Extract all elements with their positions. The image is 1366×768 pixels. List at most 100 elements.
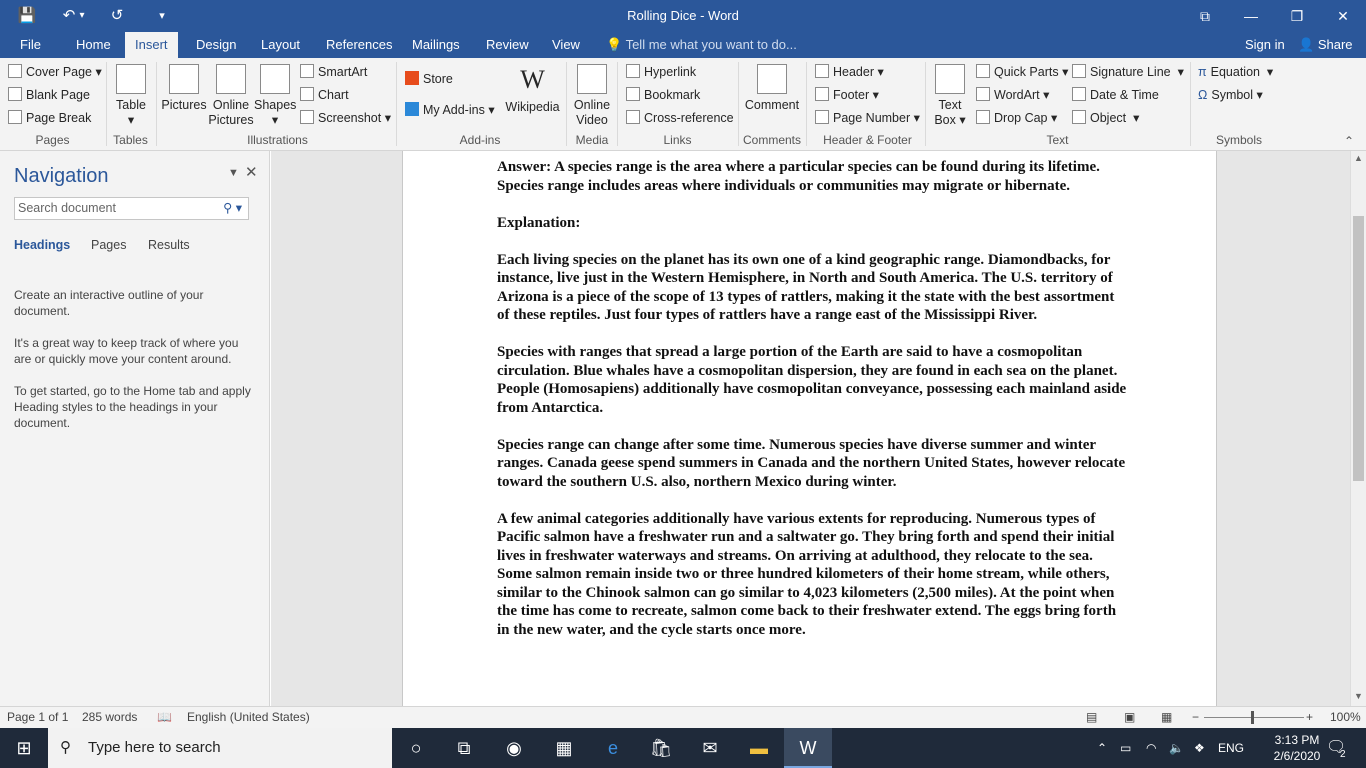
chrome-icon[interactable]: ◉	[490, 728, 538, 768]
restore-button[interactable]: ❐	[1274, 0, 1320, 32]
tell-me-box[interactable]: 💡 Tell me what you want to do...	[606, 32, 797, 58]
web-layout-icon[interactable]: ▦	[1161, 710, 1172, 724]
cover-page-button[interactable]: Cover Page ▾	[8, 62, 102, 82]
pane-options-icon[interactable]: ▼	[228, 167, 239, 179]
store-button[interactable]: Store	[405, 69, 453, 89]
language-status[interactable]: English (United States)	[187, 710, 310, 724]
shapes-button[interactable]: Shapes ▾	[254, 64, 296, 128]
document-page[interactable]: Answer: A species range is the area wher…	[402, 151, 1217, 706]
nav-tab-pages[interactable]: Pages	[91, 238, 126, 252]
object-button[interactable]: Object ▾	[1072, 108, 1139, 128]
tab-review[interactable]: Review	[476, 32, 539, 58]
footer-button[interactable]: Footer ▾	[815, 85, 879, 105]
zoom-in-icon[interactable]: +	[1306, 710, 1313, 724]
search-placeholder: Search document	[18, 201, 116, 215]
calculator-icon[interactable]: ▦	[540, 728, 588, 768]
symbol-button[interactable]: Ω Symbol ▾	[1198, 85, 1263, 105]
page-break-button[interactable]: Page Break	[8, 108, 91, 128]
group-label-links: Links	[663, 133, 692, 147]
chart-button[interactable]: Chart	[300, 85, 349, 105]
action-center-icon[interactable]: 🗨	[1326, 728, 1346, 768]
equation-button[interactable]: π Equation ▾	[1198, 62, 1273, 82]
smartart-button[interactable]: SmartArt	[300, 62, 367, 82]
show-hidden-icons-icon[interactable]: ⌃	[1097, 728, 1107, 768]
group-divider	[1190, 62, 1191, 146]
tab-insert[interactable]: Insert	[125, 32, 178, 58]
tab-home[interactable]: Home	[66, 32, 121, 58]
page-break-icon	[8, 110, 22, 124]
online-video-button[interactable]: Online Video	[570, 64, 614, 128]
zoom-slider[interactable]	[1204, 717, 1304, 718]
cross-reference-button[interactable]: Cross-reference	[626, 108, 734, 128]
tab-mailings[interactable]: Mailings	[402, 32, 470, 58]
search-icon[interactable]: ⚲ ▾	[223, 198, 242, 219]
wordart-button[interactable]: WordArt ▾	[976, 85, 1049, 105]
print-layout-icon[interactable]: ▣	[1124, 710, 1135, 724]
drop-cap-button[interactable]: Drop Cap ▾	[976, 108, 1057, 128]
search-document-input[interactable]: Search document ⚲ ▾	[14, 197, 249, 220]
sign-in-link[interactable]: Sign in	[1245, 32, 1285, 58]
tab-file[interactable]: File	[10, 32, 51, 58]
mail-icon[interactable]: ✉	[686, 728, 734, 768]
word-count[interactable]: 285 words	[82, 710, 137, 724]
scroll-up-icon[interactable]: ▲	[1354, 153, 1363, 163]
battery-icon[interactable]: ▭	[1120, 728, 1131, 768]
quick-parts-button[interactable]: Quick Parts ▾	[976, 62, 1068, 82]
screenshot-button[interactable]: Screenshot ▾	[300, 108, 391, 128]
clock[interactable]: 3:13 PM 2/6/2020	[1268, 732, 1326, 764]
symbol-label: Symbol	[1211, 88, 1254, 102]
zoom-out-icon[interactable]: −	[1192, 710, 1199, 724]
file-explorer-icon[interactable]: ▬	[735, 728, 783, 768]
page-count[interactable]: Page 1 of 1	[7, 710, 68, 724]
word-taskbar-icon[interactable]: W	[784, 728, 832, 768]
group-divider	[566, 62, 567, 146]
cortana-icon[interactable]: ○	[392, 728, 440, 768]
blank-page-button[interactable]: Blank Page	[8, 85, 90, 105]
volume-icon[interactable]: 🔈	[1169, 728, 1184, 768]
dropbox-icon[interactable]: ❖	[1194, 728, 1205, 768]
store-icon[interactable]: 🛍	[637, 728, 685, 768]
scroll-thumb[interactable]	[1353, 216, 1364, 481]
input-language[interactable]: ENG	[1218, 728, 1244, 768]
close-button[interactable]: ✕	[1320, 0, 1366, 32]
nav-tab-headings[interactable]: Headings	[14, 238, 70, 252]
minimize-button[interactable]: —	[1228, 0, 1274, 32]
group-divider	[156, 62, 157, 146]
header-button[interactable]: Header ▾	[815, 62, 884, 82]
share-button[interactable]: 👤 Share	[1298, 32, 1353, 58]
taskbar-search-box[interactable]: ⚲ Type here to search	[48, 728, 392, 768]
edge-icon[interactable]: e	[589, 728, 637, 768]
zoom-level[interactable]: 100%	[1330, 710, 1361, 724]
wifi-icon[interactable]: ◠	[1146, 728, 1156, 768]
scroll-down-icon[interactable]: ▼	[1354, 691, 1363, 701]
nav-tab-results[interactable]: Results	[148, 238, 190, 252]
tab-references[interactable]: References	[316, 32, 402, 58]
bookmark-button[interactable]: Bookmark	[626, 85, 700, 105]
zoom-slider-thumb[interactable]	[1251, 711, 1254, 724]
table-button[interactable]: Table ▾	[111, 64, 151, 128]
text-box-button[interactable]: Text Box ▾	[930, 64, 970, 128]
tab-layout[interactable]: Layout	[251, 32, 310, 58]
vertical-scrollbar[interactable]: ▲ ▼	[1350, 151, 1366, 706]
read-mode-icon[interactable]: ▤	[1086, 710, 1097, 724]
windows-start-icon[interactable]: ⊞	[0, 728, 48, 768]
close-pane-icon[interactable]: ✕	[245, 163, 258, 181]
signature-line-button[interactable]: Signature Line ▾	[1072, 62, 1184, 82]
comment-button[interactable]: Comment	[743, 64, 801, 113]
tab-view[interactable]: View	[542, 32, 590, 58]
wikipedia-button[interactable]: W Wikipedia	[505, 64, 560, 115]
tab-design[interactable]: Design	[186, 32, 246, 58]
pictures-button[interactable]: Pictures	[160, 64, 208, 113]
date-time-button[interactable]: Date & Time	[1072, 85, 1159, 105]
group-label-media: Media	[575, 133, 609, 147]
proofing-icon[interactable]: 📖	[157, 710, 172, 724]
ribbon-display-options-button[interactable]: ⧉	[1182, 0, 1228, 32]
my-addins-button[interactable]: My Add-ins ▾	[405, 100, 495, 120]
task-view-icon[interactable]: ⧉	[440, 728, 488, 768]
document-body[interactable]: Answer: A species range is the area wher…	[497, 158, 1127, 658]
hyperlink-button[interactable]: Hyperlink	[626, 62, 696, 82]
collapse-ribbon-icon[interactable]: ⌃	[1344, 134, 1354, 148]
comment-label: Comment	[744, 98, 800, 112]
page-number-button[interactable]: Page Number ▾	[815, 108, 920, 128]
online-pictures-button[interactable]: Online Pictures	[208, 64, 254, 128]
